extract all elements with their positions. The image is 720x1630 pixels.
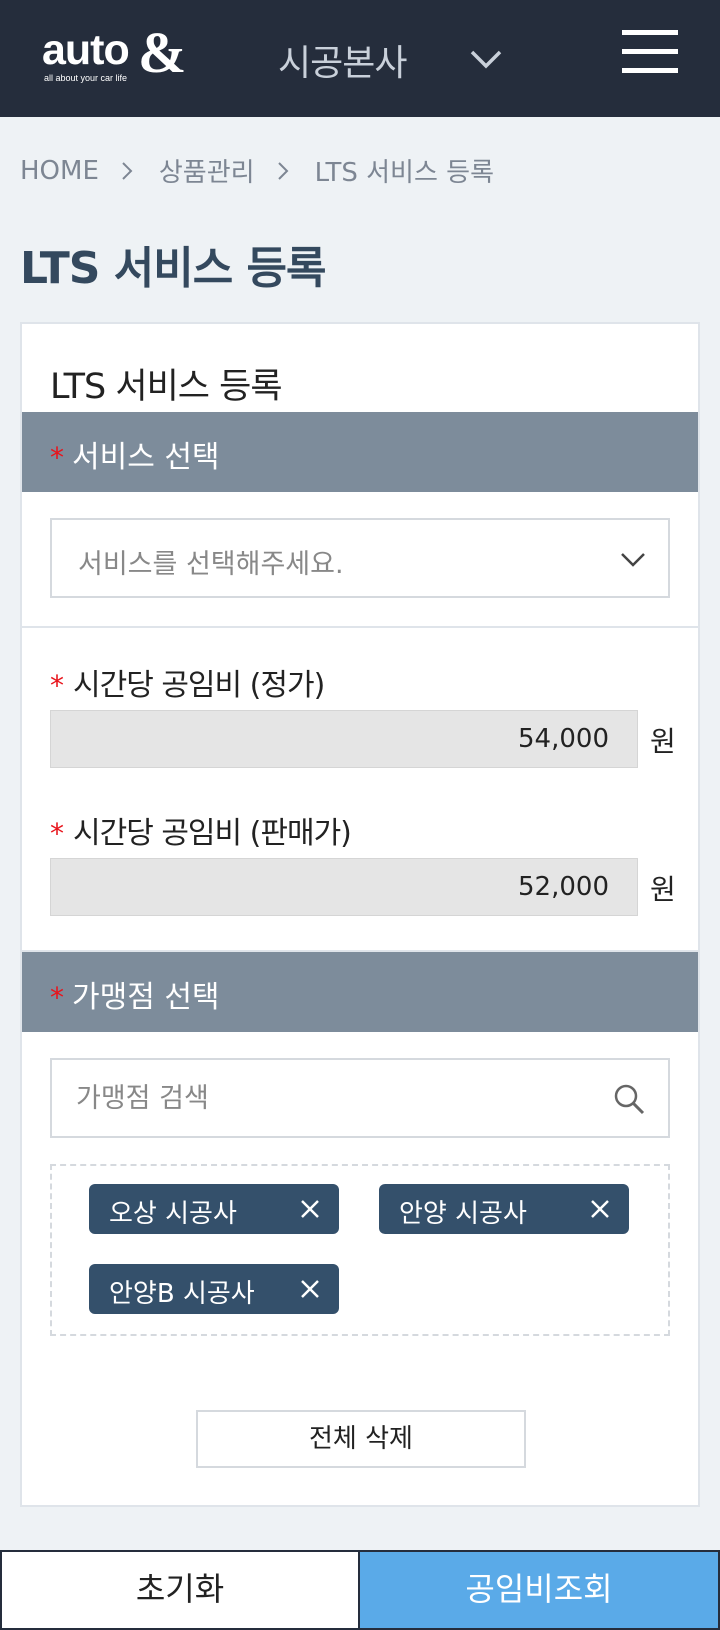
required-mark: * [50,441,64,474]
labor-sale-label: * 시간당 공임비 (판매가) [50,808,352,852]
breadcrumb-current: LTS 서비스 등록 [314,158,494,188]
labor-sale-value: 52,000 [518,872,609,902]
labor-sale-label-text: 시간당 공임비 (판매가) [73,816,352,851]
close-icon[interactable] [297,1276,323,1302]
divider [22,626,698,628]
required-mark: * [50,981,64,1014]
currency-unit: 원 [650,725,676,758]
chevron-down-icon [621,553,645,567]
hamburger-menu-icon[interactable] [622,30,678,74]
registration-card: LTS 서비스 등록 * 서비스 선택 서비스를 선택해주세요. * 시간당 공임비… [20,322,700,1507]
service-section-label: 서비스 선택 [72,440,220,475]
close-icon[interactable] [297,1196,323,1222]
currency-unit: 원 [650,873,676,906]
chevron-down-icon[interactable] [468,44,504,74]
top-bar: auto & all about your car life 시공본사 [0,0,720,117]
store-section-header: * 가맹점 선택 [22,952,698,1032]
store-chip: 오상 시공사 [89,1184,339,1234]
labor-sale-field: 52,000 [50,858,638,916]
chevron-right-icon [277,161,288,180]
branch-selector[interactable]: 시공본사 [278,34,407,86]
store-chip-label: 안양B 시공사 [109,1279,255,1309]
store-chip-label: 오상 시공사 [109,1199,237,1229]
store-chip: 안양 시공사 [379,1184,629,1234]
service-select-placeholder: 서비스를 선택해주세요. [78,549,344,580]
store-search-box [50,1058,670,1138]
card-title: LTS 서비스 등록 [50,367,283,407]
logo-tagline: all about your car life [44,73,128,83]
store-search-input[interactable] [76,1078,576,1118]
page-title: LTS 서비스 등록 [20,243,326,294]
labor-regular-label: * 시간당 공임비 (정가) [50,660,325,704]
selected-stores-area: 오상 시공사 안양 시공사 안양B 시공사 [50,1164,670,1336]
reset-button[interactable]: 초기화 [0,1550,360,1630]
required-mark: * [50,817,64,850]
clear-all-button[interactable]: 전체 삭제 [196,1410,526,1468]
search-icon[interactable] [612,1082,646,1116]
close-icon[interactable] [587,1196,613,1222]
store-chip-label: 안양 시공사 [399,1199,527,1229]
labor-cost-query-button[interactable]: 공임비조회 [360,1550,720,1630]
required-mark: * [50,669,64,702]
store-section-label: 가맹점 선택 [72,980,220,1015]
logo-word: auto [42,26,130,74]
breadcrumb-home[interactable]: HOME [20,156,99,186]
auto-logo[interactable]: auto & all about your car life [42,24,192,86]
breadcrumb-product-management[interactable]: 상품관리 [159,152,255,189]
logo-mark: & [138,20,187,85]
service-section-header: * 서비스 선택 [22,412,698,492]
chevron-right-icon [122,161,133,180]
labor-regular-value: 54,000 [518,724,609,754]
labor-regular-field: 54,000 [50,710,638,768]
labor-regular-label-text: 시간당 공임비 (정가) [73,668,325,703]
service-select[interactable]: 서비스를 선택해주세요. [50,518,670,598]
breadcrumb: HOME 상품관리 LTS 서비스 등록 [20,152,494,189]
bottom-action-bar: 초기화 공임비조회 [0,1550,720,1630]
store-chip: 안양B 시공사 [89,1264,339,1314]
